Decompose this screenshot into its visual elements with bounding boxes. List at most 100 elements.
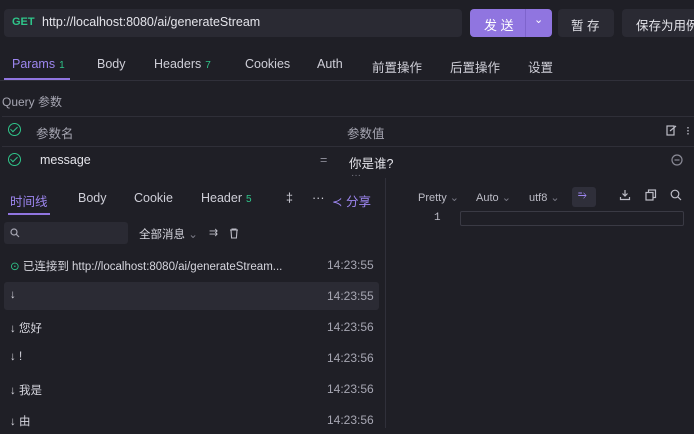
wrap-toggle-button[interactable]: ⥱	[572, 187, 596, 207]
tab-headers[interactable]: Headers 7	[154, 57, 211, 71]
message-search-input[interactable]	[4, 222, 128, 244]
format-dropdown[interactable]: Pretty ⌄	[418, 191, 459, 204]
chevron-down-icon: ⌄	[188, 229, 198, 241]
request-tabs: Params 1 Body Headers 7 Cookies Auth 前置操作 …	[0, 50, 694, 81]
tab-response-cookie[interactable]: Cookie	[134, 191, 173, 205]
tab-response-body[interactable]: Body	[78, 191, 107, 205]
message-time: 14:23:56	[327, 351, 374, 365]
save-button[interactable]: 暂 存	[558, 9, 614, 37]
col-name-header: 参数名	[36, 127, 74, 141]
message-content: 您好	[18, 323, 42, 335]
list-item[interactable]: ↓ 我是 14:23:56	[4, 375, 379, 403]
tab-pre-actions[interactable]: 前置操作	[372, 57, 422, 76]
tab-response-header-badge: 5	[246, 194, 252, 205]
tab-cookies[interactable]: Cookies	[245, 57, 290, 71]
active-tab-indicator	[4, 78, 70, 80]
column-settings-icon[interactable]: ⁝	[686, 123, 690, 138]
save-as-label: 保存为用例	[636, 19, 694, 33]
download-icon[interactable]	[619, 189, 631, 201]
list-item[interactable]: ↓ 您好 14:23:56	[4, 313, 379, 341]
message-filter-dropdown[interactable]: 全部消息 ⌄	[139, 226, 198, 242]
message-time: 14:23:56	[327, 320, 374, 334]
copy-icon[interactable]	[645, 189, 657, 201]
url-bar: GET http://localhost:8080/ai/generateStr…	[0, 0, 694, 46]
encoding-dropdown[interactable]: utf8 ⌄	[529, 191, 560, 204]
connected-check-icon: ⊙	[10, 261, 20, 273]
bulk-edit-icon[interactable]	[666, 125, 677, 136]
sort-icon[interactable]: ⇉	[209, 226, 218, 239]
arrow-down-icon: ↓	[10, 385, 16, 397]
message-time: 14:23:55	[327, 258, 374, 272]
tab-timeline[interactable]: 时间线	[10, 191, 48, 210]
message-text: ↓ 由	[10, 413, 30, 429]
active-response-tab-indicator	[8, 213, 50, 215]
message-text: ↓	[10, 289, 16, 301]
search-icon	[10, 228, 20, 238]
chevron-down-icon: ⌄	[449, 192, 460, 204]
tab-auth[interactable]: Auth	[317, 57, 343, 71]
select-all-check-icon[interactable]	[8, 123, 21, 136]
message-content: 已连接到 http://localhost:8080/ai/generateSt…	[22, 261, 283, 273]
save-label: 暂 存	[571, 19, 600, 33]
mode-dropdown[interactable]: Auto ⌄	[476, 191, 511, 204]
send-label: 发 送	[484, 18, 514, 33]
response-body-editor[interactable]	[386, 228, 694, 428]
chevron-down-icon: ⌄	[550, 192, 560, 204]
message-content: 我是	[18, 385, 42, 397]
message-time: 14:23:56	[327, 413, 374, 427]
response-editor-line[interactable]	[460, 211, 684, 226]
chevron-down-icon[interactable]: ⌄	[534, 13, 543, 26]
message-content: !	[18, 351, 23, 363]
params-header-row: 参数名 参数值 ⁝	[2, 116, 694, 145]
list-item[interactable]: ↓ 由 14:23:56	[4, 406, 379, 434]
message-time: 14:23:56	[327, 382, 374, 396]
tab-headers-label: Headers	[154, 57, 202, 71]
tab-headers-badge: 7	[205, 60, 211, 71]
param-name[interactable]: message	[40, 153, 91, 167]
message-content: 由	[18, 416, 31, 428]
tab-params[interactable]: Params 1	[12, 57, 65, 71]
list-item[interactable]: ↓ ! 14:23:56	[4, 344, 379, 372]
tab-body[interactable]: Body	[97, 57, 126, 71]
share-label: 分享	[345, 195, 371, 209]
tab-extra[interactable]: ‡	[286, 191, 293, 205]
param-enabled-check-icon[interactable]	[8, 153, 21, 166]
tab-response-header-label: Header	[201, 191, 242, 205]
message-time: 14:23:55	[327, 289, 374, 303]
col-value-header: 参数值	[347, 127, 385, 141]
send-button[interactable]: 发 送 ⌄	[470, 9, 552, 37]
param-equals: =	[320, 153, 328, 167]
tab-post-actions[interactable]: 后置操作	[450, 57, 500, 76]
wrap-icon: ⥱	[578, 189, 587, 201]
arrow-down-icon: ↓	[10, 416, 16, 428]
search-icon[interactable]	[670, 189, 682, 201]
share-button[interactable]: ≺ 分享	[332, 191, 371, 210]
message-text: ↓ 我是	[10, 382, 42, 398]
list-item[interactable]: ⊙ 已连接到 http://localhost:8080/ai/generate…	[4, 251, 379, 279]
response-timeline-pane: 时间线 Body Cookie Header 5 ‡ ··· ≺ 分享 全部消息 …	[0, 178, 384, 428]
method-badge[interactable]: GET	[12, 16, 35, 28]
tab-response-header[interactable]: Header 5	[201, 191, 252, 205]
tab-settings[interactable]: 设置	[528, 57, 553, 76]
mode-label: Auto	[476, 192, 499, 204]
more-tabs-icon[interactable]: ···	[312, 191, 325, 205]
message-filter-label: 全部消息	[139, 229, 185, 241]
arrow-down-icon: ↓	[10, 289, 16, 301]
save-as-case-button[interactable]: 保存为用例	[622, 9, 694, 37]
format-label: Pretty	[418, 192, 447, 204]
arrow-down-icon: ↓	[10, 351, 16, 363]
message-text: ⊙ 已连接到 http://localhost:8080/ai/generate…	[10, 258, 282, 274]
remove-param-icon[interactable]	[671, 154, 683, 166]
query-params-label: Query 参数	[2, 95, 63, 109]
share-icon: ≺	[332, 195, 343, 209]
send-separator	[525, 9, 526, 37]
chevron-down-icon: ⌄	[501, 192, 511, 204]
message-text: ↓ !	[10, 351, 22, 363]
url-text[interactable]: http://localhost:8080/ai/generateStream	[42, 15, 260, 29]
url-input[interactable]: GET http://localhost:8080/ai/generateStr…	[4, 9, 462, 37]
param-row[interactable]: message = 你是谁?	[2, 146, 694, 175]
message-text: ↓ 您好	[10, 320, 42, 336]
trash-icon[interactable]	[229, 228, 239, 239]
tab-params-badge: 1	[59, 60, 65, 71]
list-item[interactable]: ↓ 14:23:55	[4, 282, 379, 310]
